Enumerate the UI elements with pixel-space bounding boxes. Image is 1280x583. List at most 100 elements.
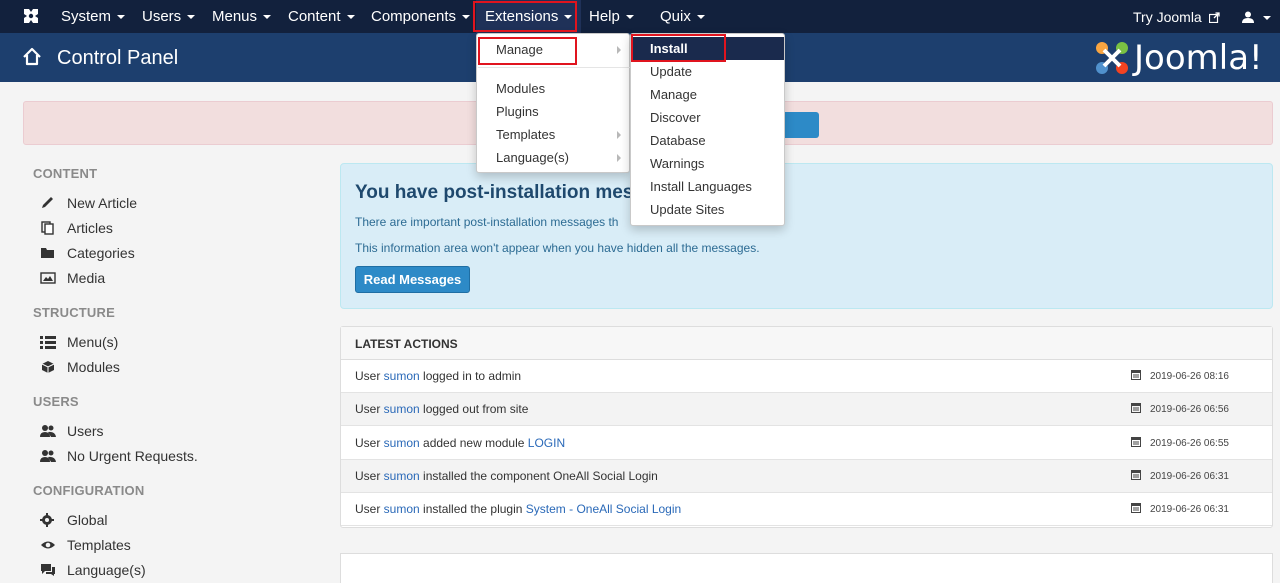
table-row: User sumon logged in to admin 2019-06-26 … <box>341 360 1272 393</box>
sidebar-item-users[interactable]: Users <box>40 423 104 439</box>
sidebar-item-global[interactable]: Global <box>40 512 107 528</box>
submenu-item-discover[interactable]: Discover <box>631 106 784 129</box>
menu-item-label: Plugins <box>496 104 539 119</box>
gear-icon <box>40 513 56 527</box>
caret-down-icon <box>187 15 196 20</box>
sidebar-item-label: Language(s) <box>67 562 146 578</box>
menu-item-label: Update <box>650 64 692 79</box>
sidebar-item-label: Menu(s) <box>67 334 119 350</box>
menu-item-label: Discover <box>650 110 701 125</box>
caret-down-icon <box>117 15 126 20</box>
alert-action-button[interactable] <box>779 112 819 138</box>
caret-down-icon <box>346 15 355 20</box>
action-date-text: 2019-06-26 06:31 <box>1150 470 1229 482</box>
submenu-item-update[interactable]: Update <box>631 60 784 83</box>
nav-content[interactable]: Content <box>288 0 355 33</box>
sidebar-item-label: Media <box>67 270 106 286</box>
users-icon <box>40 424 56 438</box>
menu-item-templates[interactable]: Templates <box>477 123 629 146</box>
external-link-icon <box>1208 1 1220 35</box>
chevron-right-icon <box>617 46 621 54</box>
cube-icon <box>40 360 56 374</box>
postinstall-text-2: This information area won't appear when … <box>355 241 760 255</box>
nav-menus[interactable]: Menus <box>212 0 272 33</box>
sidebar-item-modules[interactable]: Modules <box>40 359 120 375</box>
action-prefix: User <box>355 369 384 383</box>
sidebar-item-label: Global <box>67 512 108 528</box>
menu-item-plugins[interactable]: Plugins <box>477 100 629 123</box>
nav-quix[interactable]: Quix <box>660 0 705 33</box>
calendar-icon <box>1131 436 1141 447</box>
postinstall-messages-panel: You have post-installation messag There … <box>340 163 1273 309</box>
nav-help[interactable]: Help <box>589 0 634 33</box>
user-link[interactable]: sumon <box>384 469 420 483</box>
sidebar-item-label: Users <box>67 423 104 439</box>
stack-icon <box>40 221 56 235</box>
user-link[interactable]: sumon <box>384 402 420 416</box>
submenu-item-install-languages[interactable]: Install Languages <box>631 175 784 198</box>
sidebar-item-categories[interactable]: Categories <box>40 245 135 261</box>
nav-system-label: System <box>61 8 112 25</box>
submenu-item-warnings[interactable]: Warnings <box>631 152 784 175</box>
try-joomla-link[interactable]: Try Joomla <box>1133 0 1220 33</box>
menu-item-label: Modules <box>496 81 546 96</box>
sidebar-heading-content: CONTENT <box>33 166 98 181</box>
action-prefix: User <box>355 468 384 483</box>
action-prefix: User <box>355 402 384 417</box>
user-link[interactable]: sumon <box>384 502 420 516</box>
sidebar-item-label: Categories <box>67 245 135 261</box>
sidebar-item-templates[interactable]: Templates <box>40 537 131 553</box>
menu-item-modules[interactable]: Modules <box>477 77 629 100</box>
action-date-text: 2019-06-26 06:55 <box>1150 437 1229 449</box>
menu-item-label: Manage <box>650 87 697 102</box>
user-link[interactable]: sumon <box>384 369 420 383</box>
sidebar-item-menus[interactable]: Menu(s) <box>40 334 118 350</box>
sidebar-item-new-article[interactable]: New Article <box>40 195 137 211</box>
menu-item-languages[interactable]: Language(s) <box>477 146 629 169</box>
calendar-icon <box>1131 469 1141 480</box>
nav-components[interactable]: Components <box>371 0 471 33</box>
caret-down-icon <box>625 15 634 20</box>
caret-down-icon <box>263 15 272 20</box>
sidebar-item-no-urgent-requests[interactable]: No Urgent Requests. <box>40 448 198 464</box>
table-row: User sumon installed the component OneAl… <box>341 459 1272 493</box>
submenu-item-update-sites[interactable]: Update Sites <box>631 198 784 221</box>
user-link[interactable]: sumon <box>384 436 420 450</box>
joomla-logo-icon[interactable] <box>20 6 42 26</box>
table-row: User sumon installed the plugin System -… <box>341 493 1272 527</box>
nav-system[interactable]: System <box>61 0 126 33</box>
sidebar-item-languages[interactable]: Language(s) <box>40 562 146 578</box>
highlight-box-install <box>631 34 726 62</box>
sidebar-heading-structure: STRUCTURE <box>33 305 115 320</box>
chevron-right-icon <box>617 131 621 139</box>
action-description: installed the plugin <box>419 502 526 517</box>
latest-actions-panel: LATEST ACTIONS User sumon logged in to a… <box>340 326 1273 528</box>
nav-users[interactable]: Users <box>142 0 196 33</box>
action-description: logged in to admin <box>419 369 522 383</box>
latest-actions-header: LATEST ACTIONS <box>341 327 1272 360</box>
extension-link[interactable]: LOGIN <box>528 436 565 450</box>
read-messages-button[interactable]: Read Messages <box>355 266 470 293</box>
sidebar-heading-users: USERS <box>33 394 79 409</box>
latest-actions-title: LATEST ACTIONS <box>355 337 458 351</box>
sidebar-item-media[interactable]: Media <box>40 270 105 286</box>
action-description: added new module <box>419 435 528 450</box>
sidebar-item-label: New Article <box>67 195 138 211</box>
caret-down-icon <box>462 15 471 20</box>
extension-link[interactable]: System - OneAll Social Login <box>526 502 681 516</box>
user-menu[interactable] <box>1242 0 1271 33</box>
highlight-box-manage <box>478 37 577 65</box>
sidebar-item-label: No Urgent Requests. <box>67 448 198 464</box>
bottom-panel <box>340 553 1273 583</box>
menu-item-label: Language(s) <box>496 150 569 165</box>
pencil-icon <box>40 196 56 210</box>
sidebar-item-articles[interactable]: Articles <box>40 220 113 236</box>
submenu-item-database[interactable]: Database <box>631 129 784 152</box>
action-text: User sumon installed the component OneAl… <box>355 469 658 483</box>
nav-users-label: Users <box>142 8 182 25</box>
menu-item-label: Update Sites <box>650 202 725 217</box>
top-navbar: System Users Menus Content Components Ex… <box>0 0 1280 33</box>
nav-help-label: Help <box>589 8 620 25</box>
action-date: 2019-06-26 06:56 <box>1131 403 1229 415</box>
submenu-item-manage[interactable]: Manage <box>631 83 784 106</box>
